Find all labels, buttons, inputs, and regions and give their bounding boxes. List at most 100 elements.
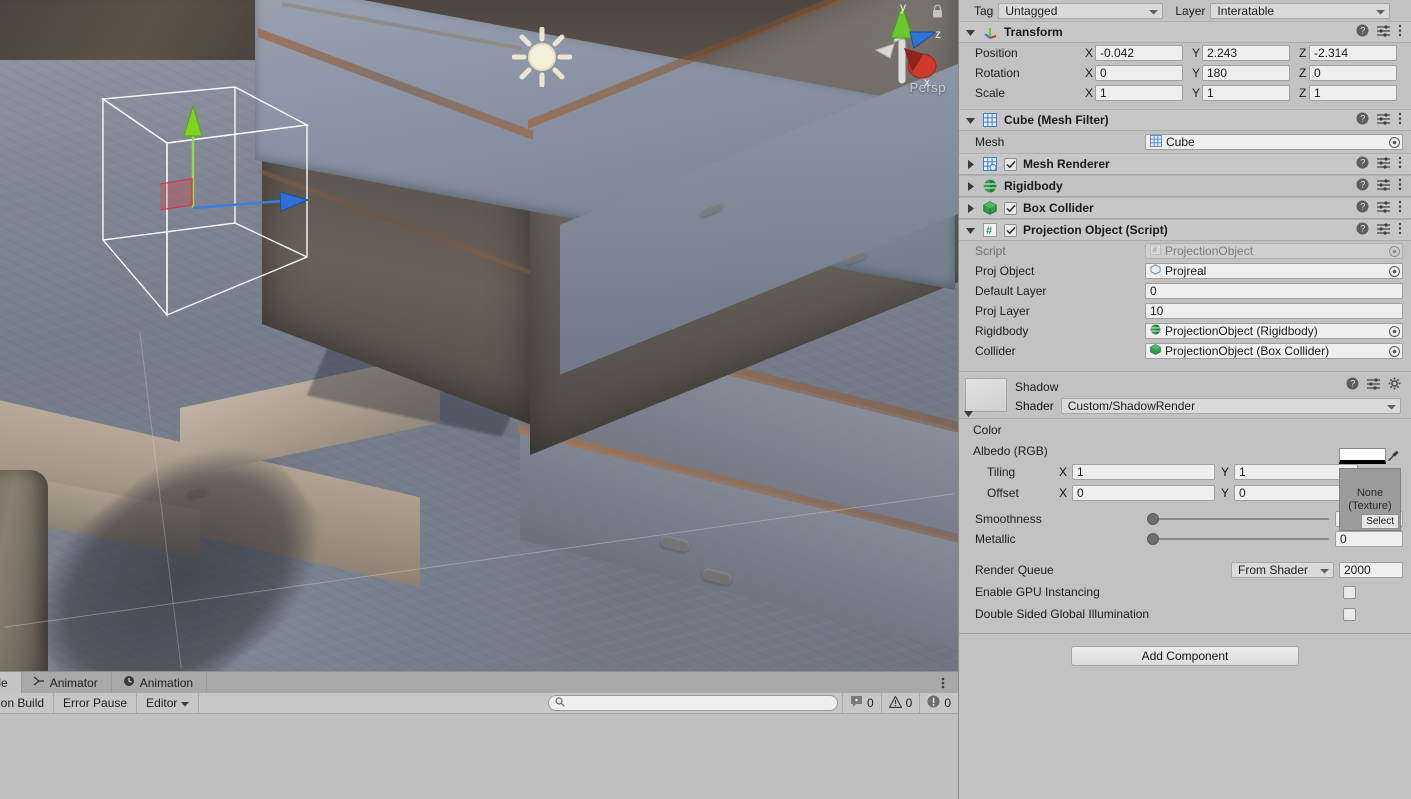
kebab-menu-icon[interactable] xyxy=(1398,222,1402,238)
shader-dropdown[interactable]: Custom/ShadowRender xyxy=(1060,398,1401,414)
offset-x-field[interactable]: 0 xyxy=(1072,484,1215,501)
render-queue-value-field[interactable]: 2000 xyxy=(1339,562,1403,578)
chevron-down-icon[interactable] xyxy=(965,225,976,236)
editor-dropdown[interactable]: Editor xyxy=(137,693,200,713)
component-header-rigidbody[interactable]: Rigidbody ? xyxy=(959,175,1411,197)
gpu-instancing-checkbox[interactable] xyxy=(1343,585,1356,599)
preset-icon[interactable] xyxy=(1377,222,1390,238)
object-picker-icon[interactable] xyxy=(1389,136,1400,148)
preset-icon[interactable] xyxy=(1377,178,1390,194)
material-foldout-icon[interactable] xyxy=(963,408,974,422)
rigidbody-object-field[interactable]: ProjectionObject (Rigidbody) xyxy=(1145,323,1403,339)
scale-y-field[interactable]: 1 xyxy=(1202,85,1290,101)
rotation-z-field[interactable]: 0 xyxy=(1309,65,1397,81)
preset-icon[interactable] xyxy=(1377,24,1390,40)
add-component-button[interactable]: Add Component xyxy=(1071,646,1299,666)
albedo-texture-slot[interactable]: None (Texture) Select xyxy=(1339,468,1401,531)
preset-icon[interactable] xyxy=(1377,156,1390,172)
component-header-mesh-filter[interactable]: Cube (Mesh Filter) ? xyxy=(959,109,1411,131)
error-count-value: 0 xyxy=(944,696,951,710)
component-header-transform[interactable]: Transform ? xyxy=(959,21,1411,43)
tab-console[interactable]: nsole xyxy=(0,672,22,693)
help-icon[interactable]: ? xyxy=(1356,222,1369,238)
gameobject-foldout-icon[interactable] xyxy=(963,5,974,16)
metallic-slider-knob[interactable] xyxy=(1147,533,1159,545)
position-z-field[interactable]: -2.314 xyxy=(1309,45,1397,61)
rotation-y-field[interactable]: 180 xyxy=(1202,65,1290,81)
mesh-object-field[interactable]: Cube xyxy=(1145,134,1403,150)
search-input[interactable] xyxy=(568,696,819,710)
object-picker-icon[interactable] xyxy=(1389,325,1400,337)
scale-x-field[interactable]: 1 xyxy=(1095,85,1183,101)
metallic-value-field[interactable]: 0 xyxy=(1335,531,1403,547)
console-search-field[interactable] xyxy=(547,695,838,711)
chevron-right-icon[interactable] xyxy=(965,159,976,170)
material-preview-thumbnail[interactable] xyxy=(965,378,1007,412)
box-collider-enabled-checkbox[interactable] xyxy=(1004,201,1017,215)
double-sided-checkbox[interactable] xyxy=(1343,607,1356,621)
help-icon[interactable]: ? xyxy=(1356,178,1369,194)
color-swatch[interactable] xyxy=(1339,448,1386,464)
chevron-right-icon[interactable] xyxy=(965,181,976,192)
object-picker-icon[interactable] xyxy=(1389,345,1400,357)
tag-dropdown[interactable]: Untagged xyxy=(998,2,1164,19)
component-header-projection-object[interactable]: # Projection Object (Script) ? xyxy=(959,219,1411,241)
tab-animation[interactable]: Animation xyxy=(112,672,208,693)
mesh-renderer-enabled-checkbox[interactable] xyxy=(1004,157,1017,171)
texture-select-button[interactable]: Select xyxy=(1361,514,1399,529)
component-header-box-collider[interactable]: Box Collider ? xyxy=(959,197,1411,219)
help-icon[interactable]: ? xyxy=(1356,200,1369,216)
smoothness-slider-knob[interactable] xyxy=(1147,513,1159,525)
layer-dropdown[interactable]: Interatable xyxy=(1210,2,1391,19)
help-icon[interactable]: ? xyxy=(1356,112,1369,128)
component-header-mesh-renderer[interactable]: Mesh Renderer ? xyxy=(959,153,1411,175)
material-color-field[interactable] xyxy=(1339,447,1401,465)
help-icon[interactable]: ? xyxy=(1346,377,1359,393)
kebab-menu-icon[interactable] xyxy=(1398,156,1402,172)
preset-icon[interactable] xyxy=(1377,200,1390,216)
warning-count[interactable]: 0 xyxy=(880,693,920,713)
material-metallic-row: Metallic 0 xyxy=(959,529,1411,549)
tab-animator[interactable]: Animator xyxy=(22,672,112,693)
scene-view[interactable]: y z x Persp xyxy=(0,0,958,671)
preset-icon[interactable] xyxy=(1367,377,1380,393)
eyedropper-icon[interactable] xyxy=(1386,448,1400,464)
projection-object-enabled-checkbox[interactable] xyxy=(1004,223,1017,237)
help-icon[interactable]: ? xyxy=(1356,24,1369,40)
console-message-list[interactable] xyxy=(0,714,958,798)
collider-object-field[interactable]: ProjectionObject (Box Collider) xyxy=(1145,343,1403,359)
clear-on-build-button[interactable]: ear on Build xyxy=(0,693,55,713)
directional-light-icon[interactable] xyxy=(511,26,573,88)
scale-z-field[interactable]: 1 xyxy=(1309,85,1397,101)
log-count[interactable]: 0 xyxy=(841,693,881,713)
kebab-menu-icon[interactable] xyxy=(1398,178,1402,194)
help-icon[interactable]: ? xyxy=(1356,156,1369,172)
render-queue-mode: From Shader xyxy=(1238,563,1309,577)
gear-icon[interactable] xyxy=(1388,377,1401,393)
tiling-x-field[interactable]: 1 xyxy=(1072,463,1215,480)
smoothness-slider[interactable] xyxy=(1147,513,1329,525)
default-layer-field[interactable]: 0 xyxy=(1145,283,1403,299)
kebab-menu-icon[interactable] xyxy=(1398,24,1402,40)
kebab-menu-icon[interactable] xyxy=(1398,112,1402,128)
rotation-x-field[interactable]: 0 xyxy=(1095,65,1183,81)
warning-count-value: 0 xyxy=(905,696,913,710)
proj-object-field[interactable]: Projreal xyxy=(1145,263,1403,279)
render-queue-dropdown[interactable]: From Shader xyxy=(1231,562,1334,578)
preset-icon[interactable] xyxy=(1377,112,1390,128)
move-gizmo[interactable] xyxy=(155,100,310,215)
lock-icon[interactable] xyxy=(931,4,944,22)
position-y-field[interactable]: 2.243 xyxy=(1202,45,1290,61)
error-count[interactable]: 0 xyxy=(919,693,958,713)
object-picker-icon[interactable] xyxy=(1389,265,1400,277)
chevron-down-icon[interactable] xyxy=(965,115,976,126)
kebab-menu-icon[interactable] xyxy=(1398,200,1402,216)
chevron-down-icon[interactable] xyxy=(965,27,976,38)
position-x-field[interactable]: -0.042 xyxy=(1095,45,1183,61)
proj-layer-field[interactable]: 10 xyxy=(1145,303,1403,319)
error-pause-button[interactable]: Error Pause xyxy=(54,693,138,713)
scene-orientation-gizmo[interactable]: y z x xyxy=(858,0,950,107)
metallic-slider[interactable] xyxy=(1147,533,1329,545)
chevron-right-icon[interactable] xyxy=(965,203,976,214)
panel-options-menu[interactable] xyxy=(936,674,950,691)
